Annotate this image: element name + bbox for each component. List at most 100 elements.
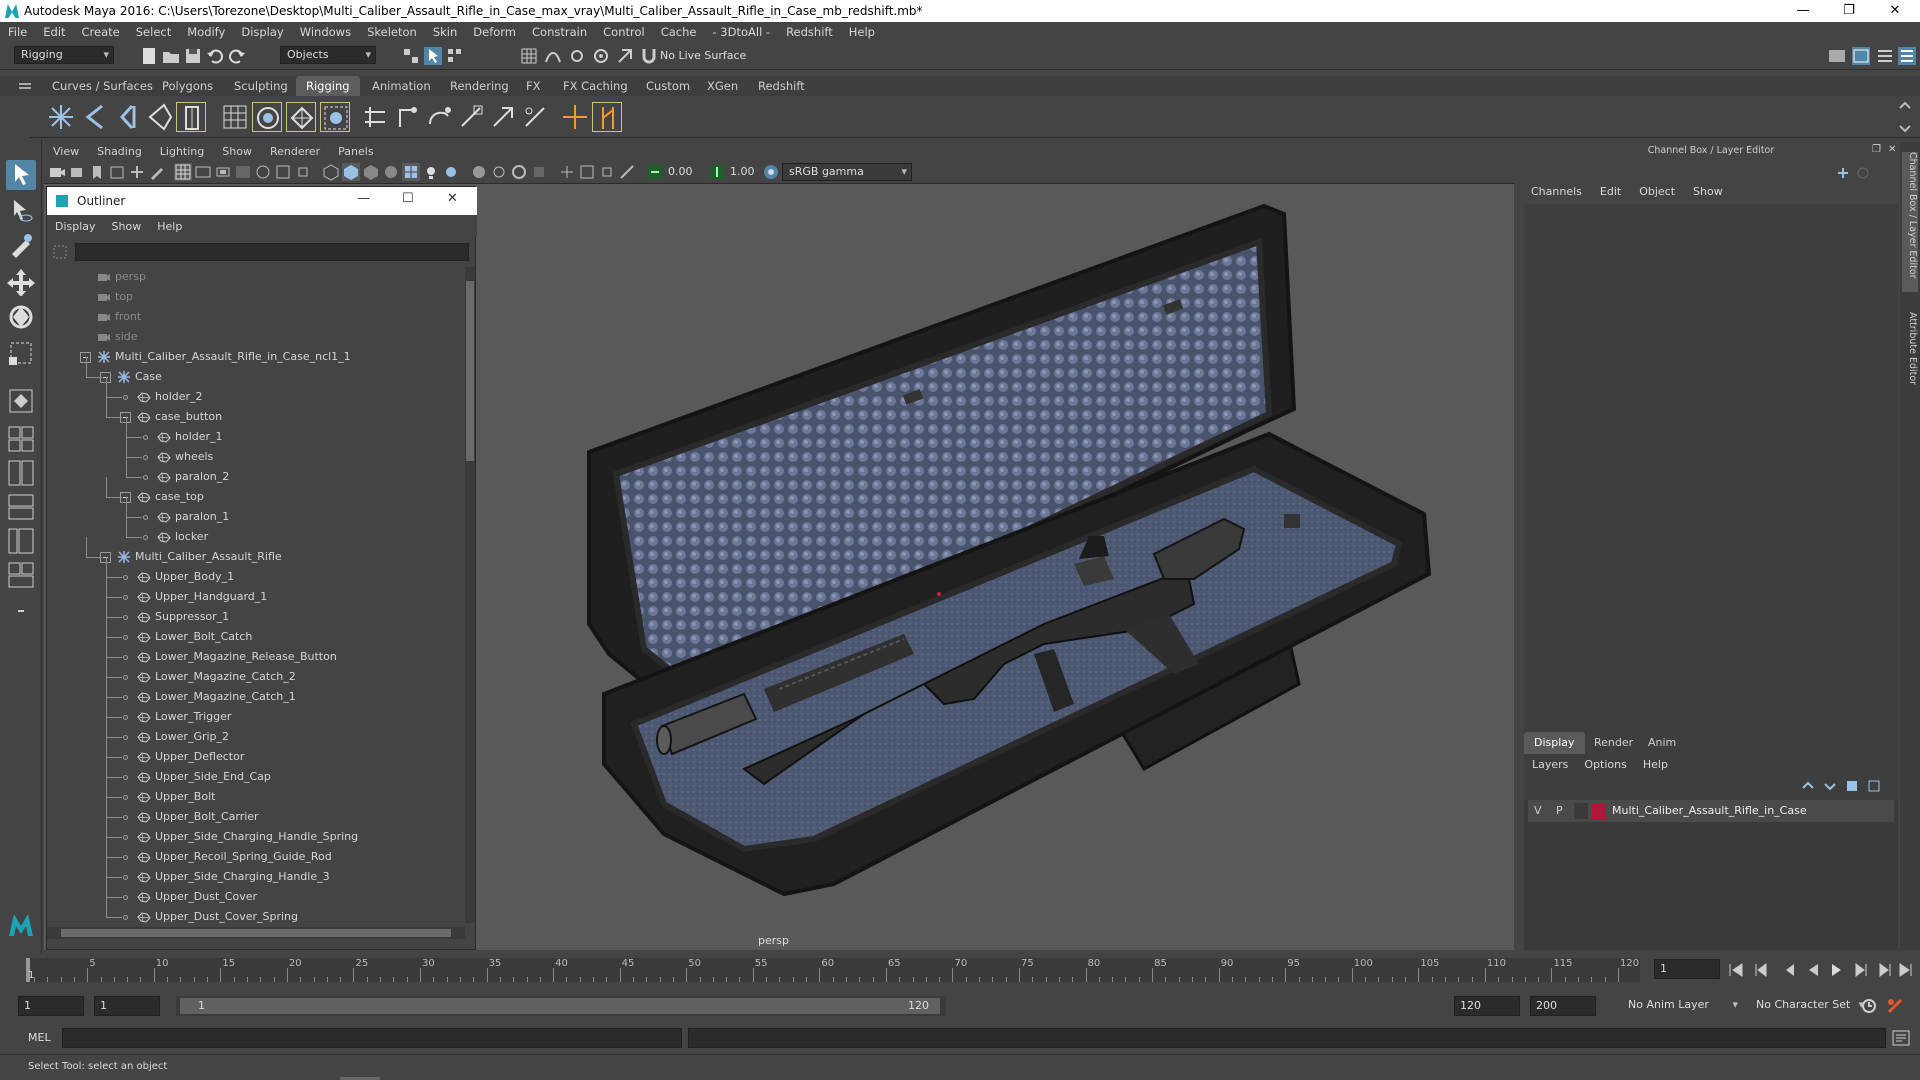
animation-start-field[interactable]: 1: [18, 996, 84, 1016]
outliner-item[interactable]: Upper_Side_Charging_Handle_3: [47, 867, 465, 887]
outliner-maximize-button[interactable]: ☐: [402, 191, 414, 206]
outliner-vscrollbar[interactable]: [465, 267, 475, 923]
wire-deformer-icon[interactable]: [320, 102, 350, 132]
layout-menu-icon[interactable]: [6, 596, 36, 626]
vp-menu-show[interactable]: Show: [213, 145, 261, 158]
shelf-tab-redshift[interactable]: Redshift: [748, 76, 815, 96]
outliner-item[interactable]: paralon_2: [47, 467, 465, 487]
snap-grid-icon[interactable]: [520, 47, 538, 65]
move-layer-up-icon[interactable]: [1800, 778, 1816, 794]
minimize-button[interactable]: —: [1780, 0, 1826, 22]
outliner-item[interactable]: Lower_Trigger: [47, 707, 465, 727]
ik-handle-icon[interactable]: [80, 102, 110, 132]
outliner-item[interactable]: Upper_Recoil_Spring_Guide_Rod: [47, 847, 465, 867]
layout-two-pane-icon[interactable]: [6, 458, 36, 488]
layer-type-toggle[interactable]: [1574, 803, 1588, 819]
le-menu-layers[interactable]: Layers: [1524, 758, 1576, 771]
screen-space-ao-icon[interactable]: [470, 163, 488, 181]
locator-icon[interactable]: [560, 102, 590, 132]
shelf-scroll-icon[interactable]: [1898, 100, 1912, 134]
panel-float-button[interactable]: ❐: [1872, 144, 1881, 155]
layer-playback-toggle[interactable]: P: [1556, 804, 1563, 817]
animation-end-field[interactable]: 200: [1530, 996, 1596, 1016]
outliner-item[interactable]: persp: [47, 267, 465, 287]
view-transform-dropdown[interactable]: sRGB gamma: [782, 163, 912, 181]
outliner-item[interactable]: Lower_Grip_2: [47, 727, 465, 747]
default-material-icon[interactable]: [362, 163, 380, 181]
shadows-icon[interactable]: [442, 163, 460, 181]
layer-tab-render[interactable]: Render: [1584, 732, 1643, 754]
side-tab-channel-box[interactable]: Channel Box / Layer Editor: [1902, 152, 1918, 292]
isolate-select-icon[interactable]: [558, 163, 576, 181]
scale-constraint-icon[interactable]: [456, 102, 486, 132]
outliner-item[interactable]: Multi_Caliber_Assault_Rifle: [47, 547, 465, 567]
shelf-tab-polygons[interactable]: Polygons: [152, 76, 223, 96]
shelf-tab-rigging[interactable]: Rigging: [296, 76, 360, 96]
outliner-item[interactable]: front: [47, 307, 465, 327]
smooth-shade-icon[interactable]: [342, 163, 360, 181]
orient-constraint-icon[interactable]: [424, 102, 454, 132]
new-layer-icon[interactable]: [1844, 778, 1860, 794]
outliner-item[interactable]: holder_2: [47, 387, 465, 407]
menu-set-dropdown[interactable]: Rigging: [14, 46, 114, 64]
outliner-item[interactable]: Suppressor_1: [47, 607, 465, 627]
panel-close-button[interactable]: ✕: [1888, 144, 1896, 155]
select-tool-icon[interactable]: [6, 160, 36, 190]
lasso-tool-icon[interactable]: [6, 196, 36, 226]
bind-skin-icon[interactable]: [176, 102, 206, 132]
bookmark-icon[interactable]: [88, 163, 106, 181]
command-input[interactable]: [62, 1028, 682, 1048]
scale-tool-icon[interactable]: [6, 338, 36, 368]
menu-cache[interactable]: Cache: [653, 25, 705, 39]
film-gate-icon[interactable]: [194, 163, 212, 181]
camera-attributes-icon[interactable]: [68, 163, 86, 181]
attribute-editor-icon[interactable]: [1876, 47, 1894, 65]
le-menu-options[interactable]: Options: [1576, 758, 1634, 771]
snap-view-plane-icon[interactable]: [592, 47, 610, 65]
range-slider-bar[interactable]: 1 120: [176, 996, 946, 1016]
select-hierarchy-icon[interactable]: [402, 47, 420, 65]
shelf-menu-icon[interactable]: [18, 82, 32, 92]
maya-home-icon[interactable]: [6, 910, 36, 940]
mirror-joint-icon[interactable]: [144, 102, 174, 132]
playback-controls[interactable]: [1728, 961, 1914, 979]
vp-menu-view[interactable]: View: [44, 145, 88, 158]
toggle-panels-icon[interactable]: [1852, 47, 1870, 65]
menu-constrain[interactable]: Constrain: [524, 25, 595, 39]
use-all-lights-icon[interactable]: [422, 163, 440, 181]
cb-menu-channels[interactable]: Channels: [1522, 185, 1591, 198]
outliner-item[interactable]: Upper_Body_1: [47, 567, 465, 587]
blend-shape-icon[interactable]: [286, 102, 316, 132]
new-layer-from-selected-icon[interactable]: [1866, 778, 1882, 794]
outliner-item[interactable]: top: [47, 287, 465, 307]
parent-constraint-icon[interactable]: [360, 102, 390, 132]
selection-mode-dropdown[interactable]: Objects: [280, 46, 376, 64]
pole-vector-icon[interactable]: [520, 102, 550, 132]
outliner-item[interactable]: side: [47, 327, 465, 347]
side-tab-attribute-editor[interactable]: Attribute Editor: [1902, 312, 1918, 402]
outliner-item[interactable]: Upper_Side_End_Cap: [47, 767, 465, 787]
outliner-item[interactable]: Upper_Dust_Cover: [47, 887, 465, 907]
outliner-vscroll-thumb[interactable]: [466, 281, 474, 461]
cb-menu-object[interactable]: Object: [1630, 185, 1684, 198]
layer-visibility-toggle[interactable]: V: [1534, 804, 1542, 817]
outliner-item[interactable]: Lower_Magazine_Release_Button: [47, 647, 465, 667]
menu-control[interactable]: Control: [595, 25, 653, 39]
xray-joints-icon[interactable]: [598, 163, 616, 181]
textured-icon[interactable]: [402, 163, 420, 181]
vp-menu-lighting[interactable]: Lighting: [151, 145, 213, 158]
shelf-tab-custom[interactable]: Custom: [636, 76, 700, 96]
outliner-hscrollbar[interactable]: [47, 927, 465, 939]
character-set-dropdown[interactable]: No Character Set: [1750, 996, 1868, 1016]
filter-icon[interactable]: [53, 245, 67, 259]
rotate-tool-icon[interactable]: [6, 302, 36, 332]
layer-tab-anim[interactable]: Anim: [1638, 732, 1686, 754]
auto-key-icon[interactable]: [1860, 997, 1878, 1015]
layout-persp-outliner-icon[interactable]: [6, 560, 36, 590]
vp-menu-panels[interactable]: Panels: [329, 145, 382, 158]
save-scene-icon[interactable]: [184, 47, 202, 65]
outliner-item[interactable]: Upper_Dust_Cover_Spring: [47, 907, 465, 927]
new-scene-icon[interactable]: [140, 47, 158, 65]
gate-mask-icon[interactable]: [234, 163, 252, 181]
cb-menu-edit[interactable]: Edit: [1591, 185, 1630, 198]
